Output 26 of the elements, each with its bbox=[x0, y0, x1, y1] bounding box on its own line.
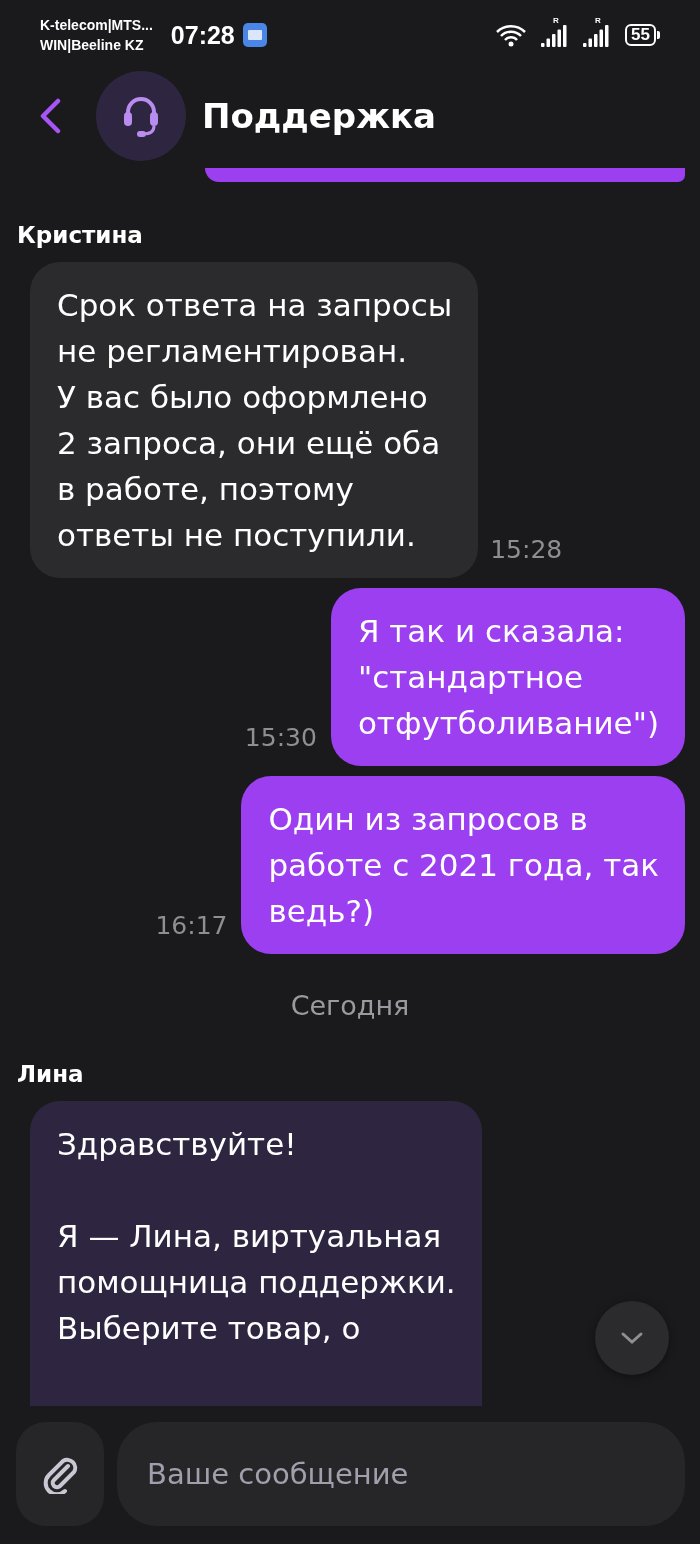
message-time: 16:17 bbox=[155, 911, 228, 940]
message-bubble: Срок ответа на запросы не регламентирован. У вас было оформлено 2 запроса, они ещё оба в работе, поэтому ответы не поступили. bbox=[30, 262, 479, 578]
wifi-icon bbox=[495, 23, 528, 47]
carrier-name: K-telecom|MTS... bbox=[40, 16, 153, 35]
signal-icon bbox=[541, 23, 570, 47]
date-separator: Сегодня bbox=[290, 990, 410, 1021]
chat-title: Поддержка bbox=[202, 96, 436, 136]
message-input[interactable]: Ваше сообщение bbox=[117, 1422, 685, 1526]
signal-icon bbox=[583, 23, 612, 47]
sender-name: Кристина bbox=[17, 222, 144, 248]
message-bubble: Я так и сказала: "стандартное отфутболивание") bbox=[330, 588, 685, 766]
sender-name: Лина bbox=[17, 1061, 85, 1087]
message-bubble: Здравствуйте! Я — Лина, виртуальная помощница поддержки. Выберите товар, о bbox=[30, 1101, 482, 1406]
chevron-down-icon bbox=[620, 1331, 644, 1345]
attach-button[interactable] bbox=[16, 1422, 104, 1526]
headset-icon bbox=[121, 94, 161, 138]
battery-level: 55 bbox=[625, 24, 656, 46]
back-button[interactable] bbox=[38, 98, 62, 134]
status-time: 07:28 bbox=[170, 20, 235, 50]
mail-icon bbox=[242, 23, 267, 47]
carrier-name: WIN|Beeline KZ bbox=[40, 36, 145, 55]
message-bubble: Один из запросов в работе с 2021 года, так ведь?) bbox=[241, 776, 685, 954]
roaming-mark: R bbox=[595, 16, 601, 25]
message-time: 15:28 bbox=[490, 535, 563, 564]
roaming-mark: R bbox=[553, 16, 559, 25]
message-time: 15:30 bbox=[244, 723, 317, 752]
